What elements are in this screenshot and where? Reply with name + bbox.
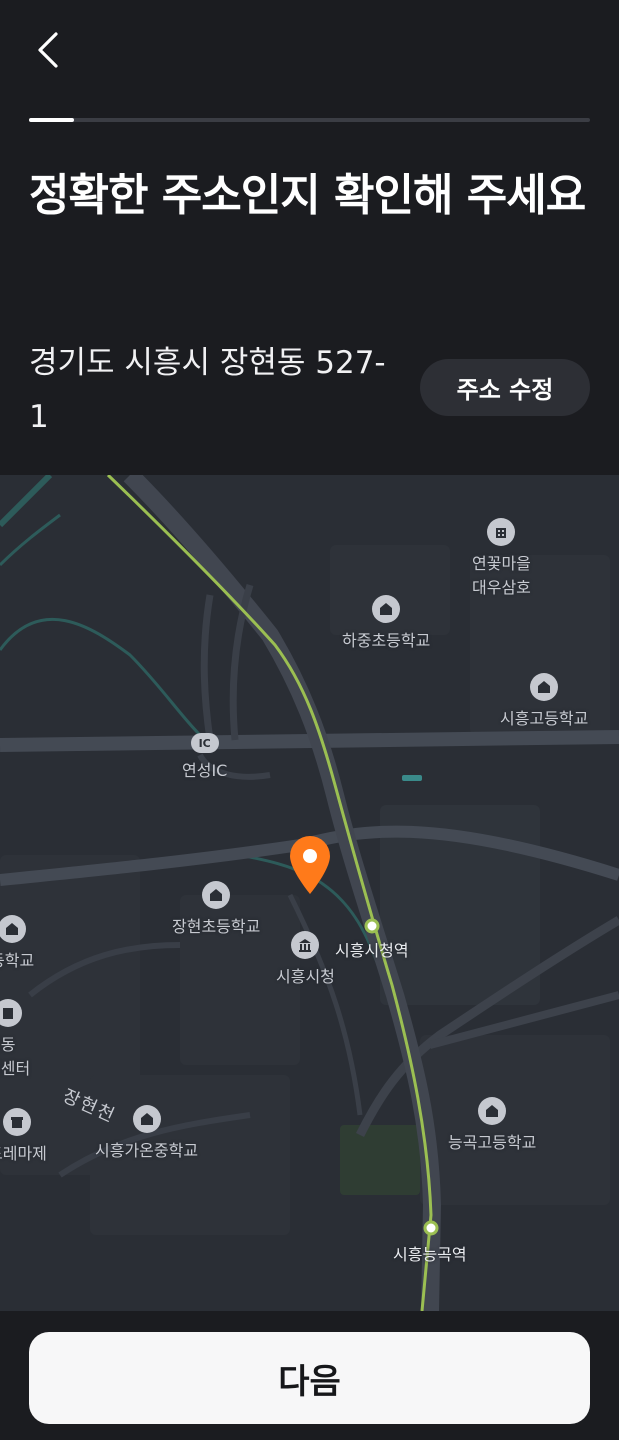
- poi-janghyeon-school[interactable]: 장현초등학교: [172, 881, 260, 937]
- poi-label: 등학교: [0, 951, 35, 970]
- poi-label: 하중초등학교: [342, 631, 431, 650]
- chevron-left-icon: [38, 32, 58, 68]
- poi-label: 연성IC: [182, 761, 228, 780]
- poi-left-school[interactable]: 등학교: [0, 915, 34, 971]
- poi-label: 시흥능곡역: [393, 1245, 467, 1264]
- government-building-icon: [291, 931, 320, 959]
- school-icon: [478, 1097, 507, 1125]
- school-icon: [0, 915, 27, 943]
- poi-city-hall-station[interactable]: 시흥시청역: [335, 933, 409, 961]
- poi-label: 시흥고등학교: [500, 709, 589, 728]
- back-button[interactable]: [28, 26, 72, 74]
- shop-icon: [3, 1108, 32, 1136]
- school-icon: [530, 673, 559, 701]
- location-pin-icon[interactable]: [288, 836, 332, 896]
- poi-label: 연꽃마을 대우삼호: [472, 554, 531, 597]
- edit-address-button[interactable]: 주소 수정: [420, 359, 590, 416]
- poi-yeonseong-ic[interactable]: IC 연성IC: [182, 733, 227, 781]
- poi-left-mart[interactable]: 드레마제: [0, 1108, 47, 1164]
- poi-neunggok-station[interactable]: 시흥능곡역: [393, 1237, 467, 1265]
- header-section: 정확한 주소인지 확인해 주세요 경기도 시흥시 장현동 527-1 주소 수정: [0, 0, 619, 475]
- progress-fill: [29, 118, 74, 122]
- ic-icon: IC: [190, 733, 219, 753]
- poi-label: 곡동 지센터: [0, 1035, 31, 1078]
- school-icon: [372, 595, 401, 623]
- poi-siheung-high[interactable]: 시흥고등학교: [500, 673, 588, 729]
- poi-label: 시흥가온중학교: [95, 1141, 199, 1160]
- address-text: 경기도 시흥시 장현동 527-1: [29, 345, 386, 435]
- poi-yeonkkot-apartment[interactable]: 연꽃마을 대우삼호: [472, 518, 531, 598]
- poi-left-center[interactable]: 곡동 지센터: [0, 999, 30, 1079]
- poi-hajung-school[interactable]: 하중초등학교: [342, 595, 430, 651]
- poi-gaon-middle[interactable]: 시흥가온중학교: [95, 1105, 198, 1161]
- school-icon: [132, 1105, 161, 1133]
- apartment-icon: [487, 518, 516, 546]
- poi-neunggok-high[interactable]: 능곡고등학교: [448, 1097, 536, 1153]
- progress-bar: [29, 118, 590, 122]
- poi-label: 장현초등학교: [172, 917, 261, 936]
- poi-label: 능곡고등학교: [448, 1133, 537, 1152]
- school-icon: [202, 881, 231, 909]
- next-button[interactable]: 다음: [29, 1332, 590, 1424]
- page-title: 정확한 주소인지 확인해 주세요: [29, 170, 586, 221]
- poi-label: 시흥시청역: [335, 941, 409, 960]
- poi-label: 시흥시청: [276, 967, 335, 986]
- poi-label: 드레마제: [0, 1144, 47, 1163]
- poi-city-hall[interactable]: 시흥시청: [276, 931, 335, 987]
- building-icon: [0, 999, 23, 1027]
